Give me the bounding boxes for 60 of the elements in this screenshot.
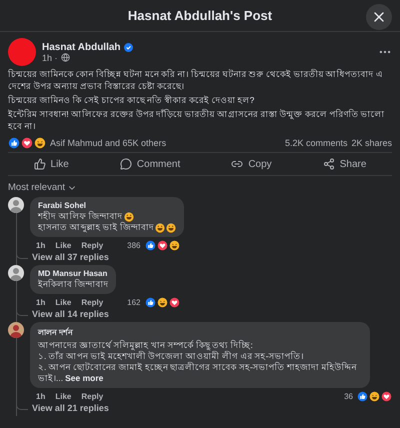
author-name[interactable]: Hasnat Abdullah bbox=[42, 42, 121, 52]
thumbs-up-icon bbox=[144, 240, 156, 251]
commenter-name[interactable]: লালন দর্শন bbox=[38, 326, 362, 339]
reaction-summary[interactable]: Asif Mahmud and 65K others bbox=[50, 138, 166, 148]
link-icon bbox=[231, 158, 244, 170]
share-arrow-icon bbox=[322, 158, 335, 170]
thumbs-up-icon bbox=[357, 391, 368, 402]
post-text: ইন্টেরিম সাবধান! আলিফের রক্তের উপর দাঁড়িয়ে ভারতীয় আগ্রাসনের রাস্তা উন্মুক্ত করলে পরিণতি ভালো হবে না। bbox=[8, 108, 386, 132]
thumbs-up-icon bbox=[8, 137, 20, 149]
comment-time[interactable]: 1h bbox=[36, 392, 46, 401]
view-replies-link[interactable]: View all 21 replies bbox=[32, 402, 109, 416]
reply-link[interactable]: Reply bbox=[81, 241, 104, 250]
globe-icon bbox=[60, 53, 70, 62]
reaction-count[interactable]: 386 bbox=[127, 241, 141, 250]
laughing-face-icon bbox=[168, 240, 180, 251]
thumbs-up-icon bbox=[144, 297, 156, 308]
comment-button[interactable]: Comment bbox=[112, 156, 188, 172]
avatar bbox=[8, 322, 24, 338]
close-button[interactable] bbox=[366, 4, 392, 30]
grinning-face-icon bbox=[124, 212, 134, 222]
sort-dropdown[interactable]: Most relevant bbox=[0, 176, 86, 197]
view-replies-link[interactable]: View all 37 replies bbox=[32, 251, 109, 265]
grinning-face-icon bbox=[155, 222, 166, 232]
comment-count[interactable]: 5.2K comments bbox=[284, 138, 348, 148]
grinning-face-icon bbox=[166, 222, 176, 232]
comment-text: ইনকিলাব জিন্দাবাদ bbox=[38, 279, 108, 290]
laughing-face-icon bbox=[34, 137, 46, 149]
like-button[interactable]: Like bbox=[26, 156, 77, 172]
like-link[interactable]: Like bbox=[55, 392, 72, 401]
post-text: চিন্ময়ের জামিনকে কোন বিচ্ছিন্ন ঘটনা মনে করি না। চিন্ময়ের ঘটনার শুরু থেকেই ভারতীয় আধিপত্যবাদ এ দেশের উপর অন্যায় প্রভাব বিস্তারের চেষ্টা করেছে। bbox=[8, 68, 384, 92]
reply-link[interactable]: Reply bbox=[81, 298, 104, 307]
copy-button[interactable]: Copy bbox=[223, 156, 280, 172]
post-time[interactable]: 1h · bbox=[42, 52, 58, 62]
comment-text: হাসনাত আব্দুল্লাহ ভাই জিন্দাবাদ bbox=[38, 222, 154, 233]
comment-text: ১. তাঁর আপন ভাই মহেশখালী উপজেলা আওয়ামী লীগ এর সহ-সভাপতি। bbox=[38, 351, 304, 362]
share-count[interactable]: 2K shares bbox=[351, 138, 392, 148]
window-title: Hasnat Abdullah's Post bbox=[128, 8, 272, 23]
reply-link[interactable]: Reply bbox=[81, 392, 104, 401]
thumbs-up-icon bbox=[34, 158, 46, 170]
see-more-link[interactable]: See more bbox=[65, 373, 104, 383]
commenter-name[interactable]: Farabi Sohel bbox=[38, 201, 176, 210]
like-link[interactable]: Like bbox=[55, 298, 72, 307]
speech-bubble-icon bbox=[120, 158, 132, 170]
laughing-face-icon bbox=[369, 391, 380, 402]
share-button[interactable]: Share bbox=[314, 156, 374, 172]
avatar bbox=[8, 265, 24, 281]
comment-text: ২. আপন ছোটবোনের জামাই হচ্ছেন ছাত্রলীগের সাবেক সহ-সভাপতি শাহজাদা মহিউদ্দিন ভাই।... See more bbox=[38, 362, 358, 384]
reaction-count[interactable]: 36 bbox=[344, 392, 353, 401]
comment-time[interactable]: 1h bbox=[36, 298, 46, 307]
avatar bbox=[8, 38, 36, 66]
commenter-name[interactable]: MD Mansur Hasan bbox=[38, 269, 108, 278]
comment-text: আপনাদের জ্ঞাতার্থে সলিমুল্লাহ খান সম্পর্কে কিছু তথ্য দিচ্ছি: bbox=[38, 340, 253, 351]
avatar bbox=[8, 197, 24, 213]
comment-text: শহীদ আলিফ জিন্দাবাদ bbox=[38, 211, 123, 222]
like-link[interactable]: Like bbox=[55, 241, 72, 250]
view-replies-link[interactable]: View all 14 replies bbox=[32, 308, 109, 322]
laughing-face-icon bbox=[156, 297, 168, 308]
reaction-count[interactable]: 162 bbox=[127, 298, 141, 307]
post-text: চিন্ময়ের জামিনও কি সেই চাপের কাছে নতি স্বীকার করেই দেওয়া হল? bbox=[8, 94, 256, 106]
comment-time[interactable]: 1h bbox=[36, 241, 46, 250]
